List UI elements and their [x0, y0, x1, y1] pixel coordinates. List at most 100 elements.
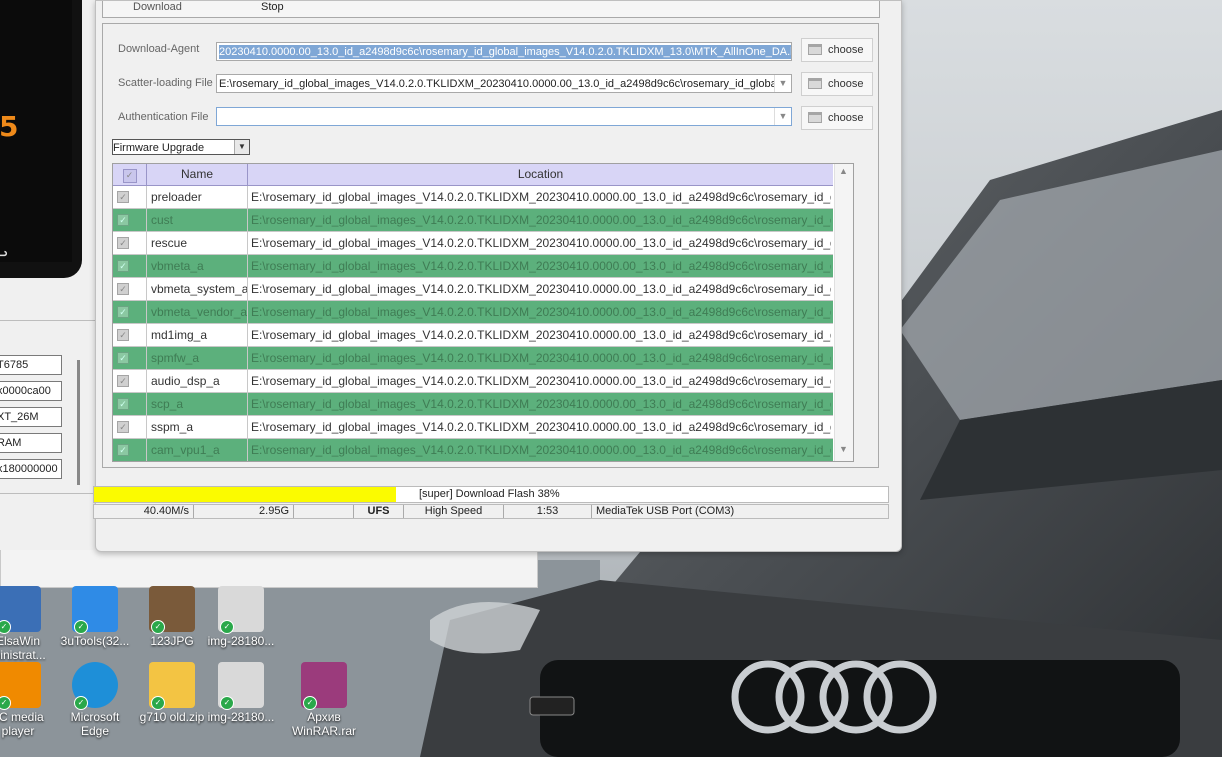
row-checkbox[interactable]: ✓: [117, 352, 129, 364]
auth-file-choose-button[interactable]: choose: [801, 106, 873, 130]
divider: [247, 393, 248, 415]
desktop-icon[interactable]: ✓ Microsoft Edge: [55, 662, 135, 738]
desktop-icon[interactable]: ✓ img-28180...: [201, 662, 281, 724]
stop-button[interactable]: Stop: [261, 1, 284, 13]
desktop-icon[interactable]: ✓ g710 old.zip: [132, 662, 212, 724]
partition-location: E:\rosemary_id_global_images_V14.0.2.0.T…: [251, 282, 831, 296]
partition-name: vbmeta_a: [151, 259, 204, 273]
table-row[interactable]: ✓ cust E:\rosemary_id_global_images_V14.0.…: [113, 209, 833, 232]
desktop-icon[interactable]: ✓LC media player: [0, 662, 58, 738]
row-checkbox[interactable]: ✓: [117, 421, 129, 433]
desktop-icon-label: ElsaWin ministrat...: [0, 634, 46, 662]
table-row[interactable]: ✓ preloader E:\rosemary_id_global_images_V…: [113, 186, 833, 209]
info-field: XT_26M: [0, 407, 62, 427]
divider: [146, 255, 147, 277]
progress-text: [super] Download Flash 38%: [419, 488, 560, 500]
auth-file-field[interactable]: ▼: [216, 107, 792, 126]
table-row[interactable]: ✓ spmfw_a E:\rosemary_id_global_images_V14…: [113, 347, 833, 370]
column-header-location[interactable]: Location: [248, 164, 833, 185]
folder-icon: [808, 44, 822, 55]
sync-check-icon: ✓: [151, 620, 165, 634]
table-row[interactable]: ✓ vbmeta_vendor_a E:\rosemary_id_global_im…: [113, 301, 833, 324]
folder-icon: [808, 78, 822, 89]
chrome-html-icon: ✓: [218, 662, 264, 710]
divider: [0, 493, 95, 520]
divider: [247, 209, 248, 231]
divider: [146, 393, 147, 415]
status-speed: 40.40M/s: [94, 505, 194, 518]
divider: [146, 278, 147, 300]
desktop-icon-label: 123JPG: [150, 634, 194, 648]
table-body: ✓ preloader E:\rosemary_id_global_images_V…: [113, 186, 833, 461]
download-agent-field[interactable]: 20230410.0000.00_13.0_id_a2498d9c6c\rose…: [216, 42, 792, 61]
status-blank: [294, 505, 354, 518]
chevron-down-icon[interactable]: ▼: [774, 108, 791, 125]
info-field: x0000ca00: [0, 381, 62, 401]
divider: [146, 186, 147, 208]
table-row[interactable]: ✓ audio_dsp_a E:\rosemary_id_global_images…: [113, 370, 833, 393]
divider: [146, 370, 147, 392]
select-all-checkbox[interactable]: ✓: [113, 164, 147, 185]
table-row[interactable]: ✓ vbmeta_a E:\rosemary_id_global_images_V1…: [113, 255, 833, 278]
table-row[interactable]: ✓ md1img_a E:\rosemary_id_global_images_V1…: [113, 324, 833, 347]
table-row[interactable]: ✓ scp_a E:\rosemary_id_global_images_V14.0…: [113, 393, 833, 416]
row-checkbox[interactable]: ✓: [117, 306, 129, 318]
table-row[interactable]: ✓ vbmeta_system_a E:\rosemary_id_global_im…: [113, 278, 833, 301]
desktop-icon[interactable]: ✓ElsaWin ministrat...: [0, 586, 58, 662]
partition-name: spmfw_a: [151, 351, 200, 365]
table-row[interactable]: ✓ sspm_a E:\rosemary_id_global_images_V14.…: [113, 416, 833, 439]
status-bar: 40.40M/s 2.95G UFS High Speed 1:53 Media…: [93, 504, 889, 519]
scroll-down-icon[interactable]: ▼: [839, 444, 848, 454]
desktop-icon-label: LC media player: [0, 710, 44, 738]
desktop-icon[interactable]: ✓ img-28180...: [201, 586, 281, 648]
partition-location: E:\rosemary_id_global_images_V14.0.2.0.T…: [251, 236, 831, 250]
row-checkbox[interactable]: ✓: [117, 398, 129, 410]
scatter-file-choose-button[interactable]: choose: [801, 72, 873, 96]
partition-name: rescue: [151, 236, 188, 250]
desktop-icon[interactable]: ✓ 123JPG: [132, 586, 212, 648]
scatter-file-value: E:\rosemary_id_global_images_V14.0.2.0.T…: [219, 78, 792, 90]
table-scrollbar[interactable]: ▲ ▼: [834, 164, 853, 461]
desktop-icon[interactable]: ✓ Архив WinRAR.rar: [284, 662, 364, 738]
divider: [0, 320, 95, 321]
info-field: T6785: [0, 355, 62, 375]
divider: [146, 416, 147, 438]
row-checkbox[interactable]: ✓: [117, 214, 129, 226]
partition-name: md1img_a: [151, 328, 208, 342]
download-agent-choose-button[interactable]: choose: [801, 38, 873, 62]
chevron-down-icon[interactable]: ▼: [234, 140, 249, 154]
partition-location: E:\rosemary_id_global_images_V14.0.2.0.T…: [251, 328, 831, 342]
sync-check-icon: ✓: [151, 696, 165, 710]
divider: [146, 232, 147, 254]
row-checkbox[interactable]: ✓: [117, 237, 129, 249]
table-row[interactable]: ✓ rescue E:\rosemary_id_global_images_V14.…: [113, 232, 833, 255]
partition-name: vbmeta_system_a: [151, 282, 247, 296]
table-header: ✓ Name Location: [113, 164, 833, 186]
sync-check-icon: ✓: [303, 696, 317, 710]
download-button[interactable]: Download: [133, 1, 182, 13]
partition-name: cam_vpu1_a: [151, 443, 220, 457]
column-header-name[interactable]: Name: [147, 164, 248, 185]
row-checkbox[interactable]: ✓: [117, 444, 129, 456]
row-checkbox[interactable]: ✓: [117, 283, 129, 295]
sync-check-icon: ✓: [74, 696, 88, 710]
scrollbar[interactable]: [77, 360, 80, 485]
desktop-icon[interactable]: ✓ 3uTools(32...: [55, 586, 135, 648]
scroll-up-icon[interactable]: ▲: [839, 166, 848, 176]
action-bar: Download Stop: [102, 1, 880, 18]
table-row[interactable]: ✓ cam_vpu1_a E:\rosemary_id_global_images_…: [113, 439, 833, 461]
chevron-down-icon[interactable]: ▼: [774, 75, 791, 92]
partition-location: E:\rosemary_id_global_images_V14.0.2.0.T…: [251, 190, 831, 204]
row-checkbox[interactable]: ✓: [117, 375, 129, 387]
download-mode-select[interactable]: Firmware Upgrade ▼: [112, 139, 250, 155]
row-checkbox[interactable]: ✓: [117, 260, 129, 272]
partition-location: E:\rosemary_id_global_images_V14.0.2.0.T…: [251, 420, 831, 434]
divider: [146, 301, 147, 323]
download-agent-value: 20230410.0000.00_13.0_id_a2498d9c6c\rose…: [219, 45, 791, 59]
row-checkbox[interactable]: ✓: [117, 329, 129, 341]
scatter-file-field[interactable]: E:\rosemary_id_global_images_V14.0.2.0.T…: [216, 74, 792, 93]
choose-label: choose: [828, 44, 864, 56]
row-checkbox[interactable]: ✓: [117, 191, 129, 203]
phone-screen: 785: [0, 0, 72, 262]
partition-table: ✓ Name Location ✓ preloader E:\rosemary_id…: [112, 163, 854, 462]
